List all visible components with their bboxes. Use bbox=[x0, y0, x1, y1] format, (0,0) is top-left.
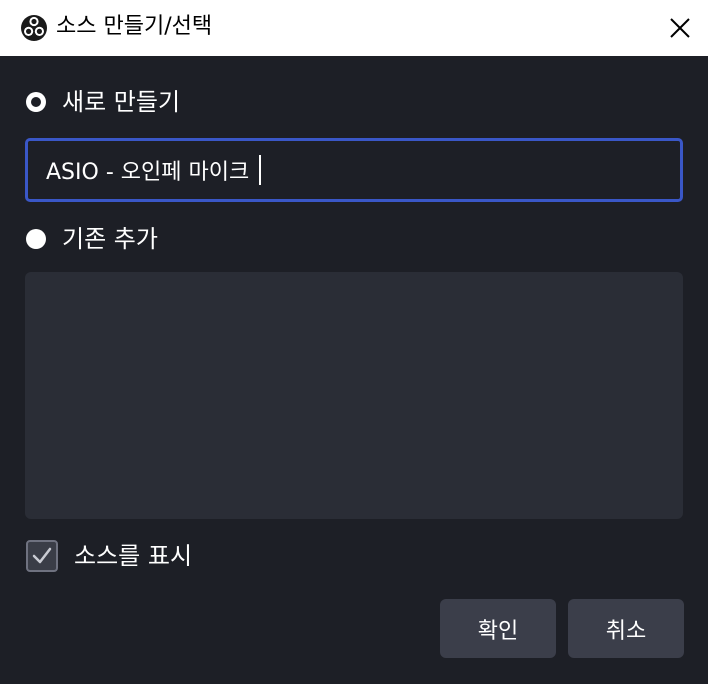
show-source-checkbox-row[interactable]: 소스를 표시 bbox=[26, 540, 192, 572]
checkmark-icon bbox=[32, 547, 52, 564]
text-caret bbox=[259, 155, 262, 185]
radio-button-unchecked[interactable] bbox=[26, 229, 46, 249]
add-existing-radio[interactable]: 기존 추가 bbox=[26, 224, 158, 254]
close-button[interactable] bbox=[652, 0, 708, 56]
add-existing-label: 기존 추가 bbox=[62, 225, 158, 253]
title-bar: 소스 만들기/선택 bbox=[0, 0, 708, 56]
source-dialog: 소스 만들기/선택 새로 만들기 ASIO - 오인페 마이크 기존 추가 소스… bbox=[0, 0, 708, 684]
window-title: 소스 만들기/선택 bbox=[56, 14, 213, 39]
create-new-radio[interactable]: 새로 만들기 bbox=[26, 87, 180, 117]
create-new-label: 새로 만들기 bbox=[62, 88, 181, 116]
source-name-input[interactable]: ASIO - 오인페 마이크 bbox=[25, 138, 683, 202]
existing-sources-list[interactable] bbox=[25, 272, 683, 519]
close-icon bbox=[670, 18, 690, 38]
show-source-checkbox[interactable] bbox=[26, 540, 58, 572]
source-name-value: ASIO - 오인페 마이크 bbox=[46, 160, 250, 185]
radio-button-checked[interactable] bbox=[26, 92, 46, 112]
obs-logo-icon bbox=[21, 15, 47, 41]
ok-button[interactable]: 확인 bbox=[440, 599, 556, 658]
show-source-label: 소스를 표시 bbox=[74, 542, 193, 570]
cancel-button[interactable]: 취소 bbox=[568, 599, 684, 658]
